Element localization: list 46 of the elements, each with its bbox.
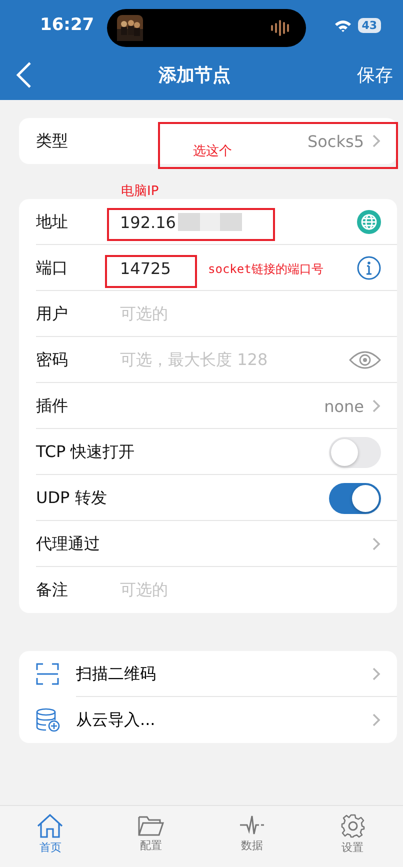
- globe-icon[interactable]: [357, 210, 381, 234]
- field-label: 插件: [36, 396, 69, 416]
- field-label: UDP 转发: [36, 488, 108, 508]
- tab-item[interactable]: 数据: [202, 806, 302, 867]
- field-label: 类型: [36, 130, 69, 152]
- field-label: 代理通过: [36, 534, 101, 554]
- toggle-switch[interactable]: [329, 436, 381, 468]
- field-label: 端口: [36, 258, 69, 278]
- database-icon: [36, 708, 60, 732]
- toggle-switch[interactable]: [329, 482, 381, 514]
- page-title: 添加节点: [158, 64, 230, 87]
- info-icon[interactable]: [357, 256, 381, 280]
- wifi-icon: [334, 18, 352, 32]
- tab-item[interactable]: 设置: [302, 806, 403, 867]
- battery-level: 43: [358, 18, 381, 32]
- status-time: 16:27: [40, 15, 94, 35]
- tab-item[interactable]: 首页: [0, 806, 101, 867]
- field-label: 用户: [36, 304, 69, 324]
- waveform-icon: [270, 19, 292, 37]
- settings-icon: [340, 814, 365, 838]
- input-field[interactable]: 14725: [120, 258, 171, 278]
- field-label: 密码: [36, 350, 69, 370]
- eye-icon[interactable]: [349, 350, 381, 370]
- field-label: 备注: [36, 580, 69, 600]
- pulse-icon: [238, 814, 265, 836]
- annotation-note: 选这个: [193, 143, 232, 160]
- select-value[interactable]: Socks5: [307, 132, 364, 150]
- annotation-note: 电脑IP: [121, 183, 159, 200]
- folder-icon: [138, 814, 164, 836]
- save-button[interactable]: 保存: [357, 63, 393, 87]
- tab-item[interactable]: 配置: [100, 806, 202, 867]
- chevron-icon: [372, 667, 381, 681]
- field-label: 地址: [36, 212, 69, 232]
- back-button[interactable]: [16, 61, 32, 89]
- scan-icon: [36, 663, 59, 685]
- home-icon: [37, 814, 64, 838]
- input-field[interactable]: 192.16: [120, 212, 242, 232]
- chevron-icon: [372, 713, 381, 727]
- select-value: none: [324, 396, 364, 416]
- chevron-icon: [372, 537, 381, 551]
- chevron-icon: [372, 134, 381, 148]
- annotation-note: socket链接的端口号: [208, 261, 324, 278]
- action-item[interactable]: 扫描二维码: [76, 664, 372, 684]
- field-label: TCP 快速打开: [36, 442, 136, 462]
- action-item[interactable]: 从云导入...: [76, 710, 372, 730]
- chevron-icon: [372, 399, 381, 413]
